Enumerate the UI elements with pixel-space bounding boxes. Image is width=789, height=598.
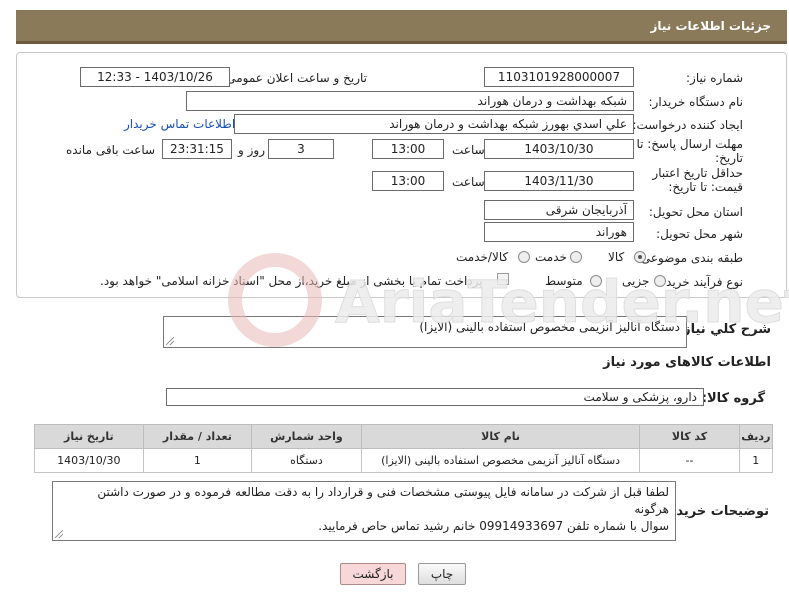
- city-label: شهر محل تحویل:: [656, 227, 743, 241]
- process-option-minor: جزیی: [622, 274, 650, 288]
- category-option-goods: کالا: [608, 250, 625, 264]
- remaining-label: ساعت باقی مانده: [66, 143, 156, 157]
- column-header: ردیف: [738, 424, 774, 449]
- need-number-field[interactable]: 1103101928000007: [484, 67, 634, 87]
- description-text: دستگاه آنالیز آنزیمی مخصوص استفاده بالین…: [419, 320, 680, 334]
- buyer-field[interactable]: شبکه بهداشت و درمان هوراند: [186, 91, 634, 111]
- category-option-both: کالا/خدمت: [456, 250, 509, 264]
- buyer-notes-field[interactable]: لطفا قبل از شرکت در سامانه فایل پیوستی م…: [52, 481, 676, 541]
- items-table-wrap: ردیف کد کالا نام کالا واحد شمارش تعداد /…: [34, 424, 774, 473]
- table-cell: --: [639, 448, 740, 473]
- goods-group-label: گروه کالا:: [701, 391, 765, 406]
- deadline-time-field[interactable]: 13:00: [372, 139, 444, 159]
- print-button[interactable]: چاپ: [418, 563, 466, 585]
- creator-label: ایجاد کننده درخواست:: [632, 118, 743, 132]
- table-cell: دستگاه: [251, 448, 362, 473]
- process-radio-minor[interactable]: [654, 275, 666, 287]
- remaining-time-field[interactable]: 23:31:15: [162, 139, 232, 159]
- page-header: جزئیات اطلاعات نیاز: [16, 10, 787, 44]
- days-label: روز و: [238, 143, 265, 157]
- category-option-service: خدمت: [535, 250, 567, 264]
- category-radio-goods[interactable]: [634, 251, 646, 263]
- table-cell: 1: [142, 448, 253, 473]
- days-field[interactable]: 3: [268, 139, 334, 159]
- deadline-time-label: ساعت: [452, 143, 485, 157]
- announce-date-field[interactable]: 1403/10/26 - 12:33: [80, 67, 230, 87]
- table-cell: دستگاه آنالیز آنزیمی مخصوص استفاده بالین…: [360, 448, 641, 473]
- validity-label: حداقل تاریخ اعتبار قیمت: تا تاریخ:: [652, 166, 743, 194]
- back-button[interactable]: بازگشت: [340, 563, 406, 585]
- validity-time-field[interactable]: 13:00: [372, 171, 444, 191]
- buyer-notes-line: سوال با شماره تلفن 09914933697 خانم رشید…: [318, 519, 669, 533]
- validity-time-label: ساعت: [452, 175, 485, 189]
- category-radio-service[interactable]: [570, 251, 582, 263]
- goods-section-title: اطلاعات کالاهای مورد نیاز: [603, 355, 771, 370]
- category-radio-both[interactable]: [518, 251, 530, 263]
- resize-handle-icon[interactable]: [166, 337, 174, 345]
- category-label: طبقه بندی موضوعی:: [636, 251, 743, 265]
- process-radio-medium[interactable]: [590, 275, 602, 287]
- deadline-date-field[interactable]: 1403/10/30: [484, 139, 634, 159]
- creator-field[interactable]: علي اسدي بهورز شبکه بهداشت و درمان هوران…: [234, 114, 634, 134]
- column-header: نام کالا: [360, 424, 641, 449]
- items-table: ردیف کد کالا نام کالا واحد شمارش تعداد /…: [34, 424, 774, 473]
- page-title: جزئیات اطلاعات نیاز: [650, 19, 771, 33]
- column-header: تعداد / مقدار: [142, 424, 253, 449]
- goods-group-field[interactable]: دارو، پزشکی و سلامت: [166, 388, 704, 406]
- table-cell: 1: [738, 448, 774, 473]
- column-header: تاریخ نیاز: [34, 424, 144, 449]
- buyer-label: نام دستگاه خریدار:: [648, 95, 744, 109]
- resize-handle-icon[interactable]: [55, 530, 63, 538]
- table-row[interactable]: 1 -- دستگاه آنالیز آنزیمی مخصوص استفاده …: [34, 448, 774, 473]
- description-field[interactable]: دستگاه آنالیز آنزیمی مخصوص استفاده بالین…: [163, 316, 687, 348]
- province-field[interactable]: آذربایجان شرقی: [484, 200, 634, 220]
- treasury-payment-checkbox[interactable]: [497, 273, 509, 285]
- process-label: نوع فرآیند خرید :: [658, 275, 743, 289]
- validity-date-field[interactable]: 1403/11/30: [484, 171, 634, 191]
- process-option-medium: متوسط: [545, 274, 583, 288]
- announce-date-label: تاریخ و ساعت اعلان عمومی:: [222, 71, 367, 85]
- treasury-payment-note: پرداخت تمام یا بخشی از مبلغ خرید،از محل …: [100, 274, 483, 288]
- province-label: استان محل تحویل:: [648, 205, 743, 219]
- column-header: کد کالا: [639, 424, 740, 449]
- buyer-contact-link[interactable]: اطلاعات تماس خریدار: [124, 117, 235, 131]
- deadline-label: مهلت ارسال پاسخ: تا تاریخ:: [636, 137, 743, 165]
- buyer-notes-line: لطفا قبل از شرکت در سامانه فایل پیوستی م…: [97, 485, 669, 516]
- table-header-row: ردیف کد کالا نام کالا واحد شمارش تعداد /…: [34, 424, 774, 449]
- need-number-label: شماره نیاز:: [686, 71, 743, 85]
- table-cell: 1403/10/30: [34, 448, 144, 473]
- description-label: شرح کلي نياز:: [677, 322, 771, 337]
- column-header: واحد شمارش: [251, 424, 362, 449]
- city-field[interactable]: هوراند: [484, 222, 634, 242]
